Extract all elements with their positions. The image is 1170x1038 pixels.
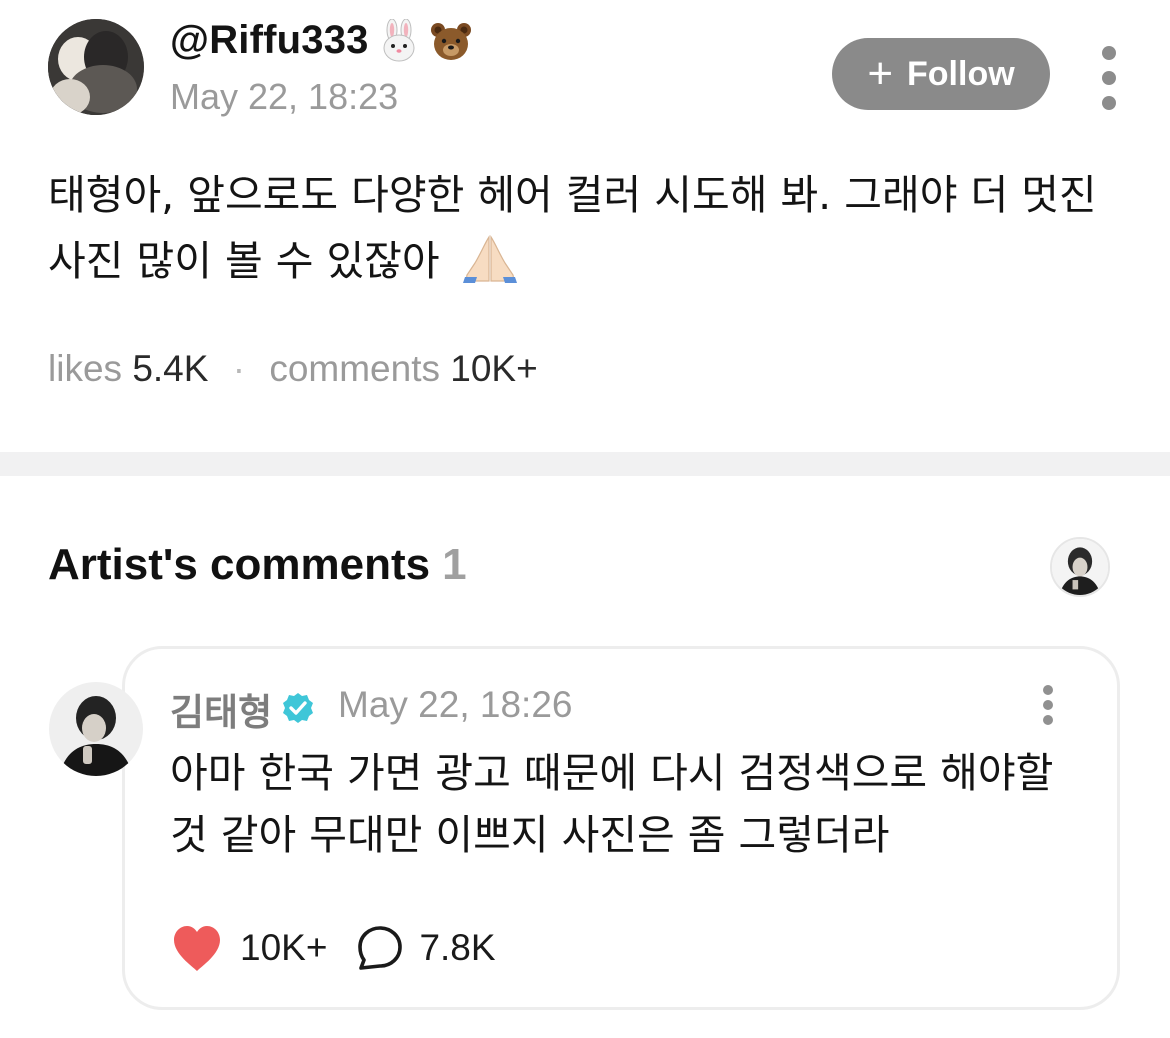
likes-count[interactable]: 5.4K [132, 348, 208, 389]
post-text: 태형아, 앞으로도 다양한 헤어 컬러 시도해 봐. 그래야 더 멋진 사진 많… [48, 171, 1097, 285]
commenter-name[interactable]: 김태형 [170, 682, 316, 736]
plus-icon: + [867, 49, 894, 98]
reply-bubble-icon[interactable] [355, 923, 405, 973]
artist-comments-count: 1 [442, 540, 467, 589]
comments-label: comments [269, 348, 440, 389]
artist-comments-title: Artist's comments 1 [48, 540, 467, 590]
post-body: 태형아, 앞으로도 다양한 헤어 컬러 시도해 봐. 그래야 더 멋진 사진 많… [48, 162, 1128, 294]
likes-label: likes [48, 348, 123, 389]
rabbit-face-icon [377, 18, 421, 63]
comment-reply-count: 7.8K [419, 927, 496, 968]
username-text: @Riffu333 [170, 18, 369, 62]
verified-badge-icon [280, 691, 316, 727]
artist-comments-label: Artist's comments [48, 540, 431, 589]
author-avatar[interactable] [48, 19, 144, 115]
post-timestamp: May 22, 18:23 [170, 76, 399, 117]
commenter-avatar[interactable] [49, 682, 143, 776]
more-options-icon[interactable] [1094, 46, 1124, 110]
author-username[interactable]: @Riffu333 [170, 18, 473, 63]
folded-hands-icon [461, 233, 519, 283]
post-detail-screen: @Riffu333 May 22, 18:23 + Follow 태형아, 앞으… [0, 0, 1170, 1038]
stats-separator: · [232, 348, 246, 389]
post-stats: likes 5.4K · comments 10K+ [48, 348, 538, 390]
follow-button[interactable]: + Follow [832, 38, 1050, 110]
comment-body: 아마 한국 가면 광고 때문에 다시 검정색으로 해야할 것 같아 무대만 이쁘… [170, 749, 1054, 859]
bear-face-icon [429, 19, 473, 63]
heart-icon[interactable] [170, 923, 224, 973]
section-divider [0, 452, 1170, 476]
commenter-name-text: 김태형 [170, 691, 273, 734]
comment-actions: 10K+ 7.8K [170, 920, 496, 976]
comment-like-count: 10K+ [240, 927, 328, 968]
comments-count[interactable]: 10K+ [450, 348, 537, 389]
comment-timestamp: May 22, 18:26 [338, 684, 573, 725]
follow-label: Follow [907, 54, 1015, 93]
comment-more-options-icon[interactable] [1035, 685, 1061, 725]
post: @Riffu333 May 22, 18:23 + Follow 태형아, 앞으… [0, 0, 1170, 452]
artist-filter-avatar[interactable] [1050, 537, 1110, 597]
